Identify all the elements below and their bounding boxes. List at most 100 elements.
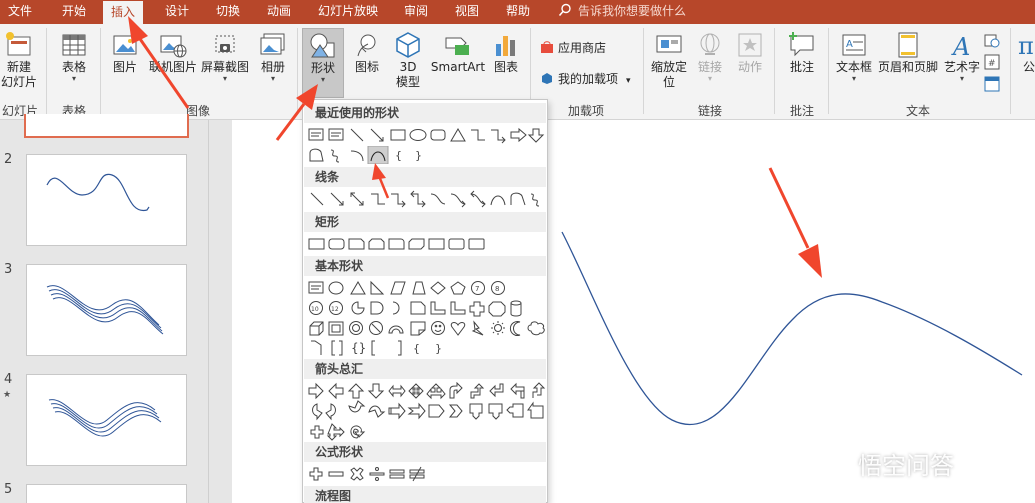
online-picture-button[interactable]: 联机图片: [148, 30, 198, 75]
picture-button[interactable]: 图片: [106, 30, 144, 75]
slide-thumbnail-panel: 2 3 4 ★ 5: [0, 114, 208, 503]
photo-album-icon: [260, 33, 285, 55]
tab-view[interactable]: 视图: [455, 0, 479, 24]
action-button[interactable]: 动作: [732, 30, 768, 75]
table-icon: [62, 34, 86, 56]
slide-number: 3: [4, 262, 13, 277]
slide-number-icon[interactable]: #: [984, 54, 1000, 70]
my-addins-button[interactable]: 我的加载项 ▾: [540, 69, 631, 89]
slide-thumbnail-4[interactable]: [26, 374, 187, 466]
3d-model-button[interactable]: 3D 模型: [390, 30, 426, 90]
bar-chart-icon: [496, 36, 515, 56]
slide-number: 2: [4, 152, 13, 167]
zoom-button[interactable]: 缩放定 位: [648, 30, 690, 90]
table-button[interactable]: 表格 ▾: [54, 30, 94, 83]
equation-icon: π: [1018, 32, 1034, 60]
comments-group-label: 批注: [790, 104, 815, 118]
basic-shapes-grid[interactable]: 7 8 10 12 {} {}: [307, 279, 547, 357]
group-divider: [297, 28, 298, 114]
chevron-down-icon: ▾: [707, 74, 712, 83]
group-divider: [46, 28, 47, 114]
slide-thumbnail-5[interactable]: [26, 484, 187, 503]
online-picture-icon: [160, 35, 187, 58]
link-label: 链接: [697, 60, 722, 74]
app-store-label: 应用商店: [558, 41, 607, 55]
zoom-label: 缩放定: [650, 60, 687, 74]
svg-text:A: A: [951, 33, 970, 60]
shapes-gallery-dropdown: 最近使用的形状 { } 线条 矩形 基本形状 7 8 10 12 {} {} …: [302, 99, 548, 503]
table-label: 表格: [61, 60, 86, 74]
addins-icon: [542, 73, 552, 84]
group-divider: [643, 28, 644, 114]
comment-button[interactable]: 批注: [782, 30, 822, 75]
comment-icon: [789, 32, 814, 57]
svg-text:12: 12: [331, 306, 339, 313]
header-footer-icon: [898, 32, 918, 58]
lines-row[interactable]: [307, 190, 547, 208]
tab-insert[interactable]: 插入: [103, 1, 144, 24]
tell-me-search[interactable]: 告诉我你想要做什么: [558, 0, 686, 24]
svg-text:}: }: [435, 342, 442, 355]
svg-text:π: π: [1018, 32, 1034, 60]
app-store-button[interactable]: 应用商店: [540, 38, 606, 58]
block-arrows-grid[interactable]: [307, 382, 547, 442]
wordart-button[interactable]: A 艺术字 ▾: [942, 30, 982, 83]
screenshot-button[interactable]: 屏幕截图 ▾: [200, 30, 250, 83]
zoom-icon: [656, 35, 682, 53]
new-slide-icon: [6, 32, 31, 56]
slide-thumbnail-2[interactable]: [26, 154, 187, 246]
chart-button[interactable]: 图表: [488, 30, 524, 75]
svg-text:{: {: [413, 342, 420, 355]
tab-home[interactable]: 开始: [62, 0, 86, 24]
ribbon-tab-bar: 文件 开始 插入 设计 切换 动画 幻灯片放映 审阅 视图 帮助 告诉我你想要做…: [0, 0, 1035, 24]
header-footer-button[interactable]: 页眉和页脚: [876, 30, 940, 75]
online-picture-label: 联机图片: [148, 60, 197, 74]
zoom-label-2: 位: [662, 75, 675, 89]
tab-transitions[interactable]: 切换: [216, 0, 240, 24]
smartart-icon: [445, 37, 469, 55]
slide-thumbnail-1-selected[interactable]: [24, 114, 189, 138]
chevron-down-icon: ▾: [71, 74, 76, 83]
slide-thumbnail-3[interactable]: [26, 264, 187, 356]
tab-design[interactable]: 设计: [165, 0, 189, 24]
slide-2-curve: [46, 173, 150, 211]
tab-slideshow[interactable]: 幻灯片放映: [318, 0, 378, 24]
tab-file[interactable]: 文件: [8, 0, 32, 24]
tab-help[interactable]: 帮助: [506, 0, 530, 24]
recent-shapes-row-1[interactable]: [307, 126, 547, 144]
smartart-button[interactable]: SmartArt: [430, 30, 486, 75]
object-icon[interactable]: [984, 76, 1000, 92]
icons-icon: [357, 34, 376, 57]
link-icon: [700, 33, 720, 55]
section-equation-shapes: 公式形状: [304, 442, 546, 462]
rectangles-row[interactable]: [307, 235, 547, 253]
tab-animations[interactable]: 动画: [267, 0, 291, 24]
svg-text:{}: {}: [351, 341, 366, 355]
equation-button[interactable]: π 公: [1014, 30, 1035, 75]
album-button[interactable]: 相册 ▾: [254, 30, 292, 83]
icons-label: 图标: [354, 60, 379, 74]
new-slide-button[interactable]: 新建 幻灯片: [0, 30, 38, 90]
chevron-down-icon: ▾: [626, 76, 631, 86]
icons-button[interactable]: 图标: [348, 30, 386, 75]
chart-label: 图表: [493, 60, 518, 74]
shapes-button[interactable]: 形状 ▾: [302, 28, 344, 98]
shapes-icon: [310, 33, 335, 58]
section-lines: 线条: [304, 167, 546, 187]
link-button[interactable]: 链接 ▾: [692, 30, 728, 83]
comment-label: 批注: [789, 60, 814, 74]
equation-label: 公: [1022, 60, 1035, 74]
cube-icon: [396, 32, 420, 58]
text-group-label: 文本: [906, 104, 931, 118]
thumbnail-scrollbar[interactable]: [208, 120, 222, 503]
tell-me-text: 告诉我你想要做什么: [578, 4, 687, 18]
textbox-button[interactable]: A 文本框 ▾: [834, 30, 874, 83]
equation-shapes-row[interactable]: [307, 465, 547, 483]
group-divider: [1010, 28, 1011, 114]
tab-review[interactable]: 审阅: [404, 0, 428, 24]
recent-shapes-row-2[interactable]: { }: [307, 146, 547, 164]
date-time-icon[interactable]: [984, 32, 1000, 48]
svg-text:}: }: [415, 149, 422, 162]
slide-number: 4: [4, 372, 13, 387]
my-addins-label: 我的加载项: [558, 72, 619, 86]
